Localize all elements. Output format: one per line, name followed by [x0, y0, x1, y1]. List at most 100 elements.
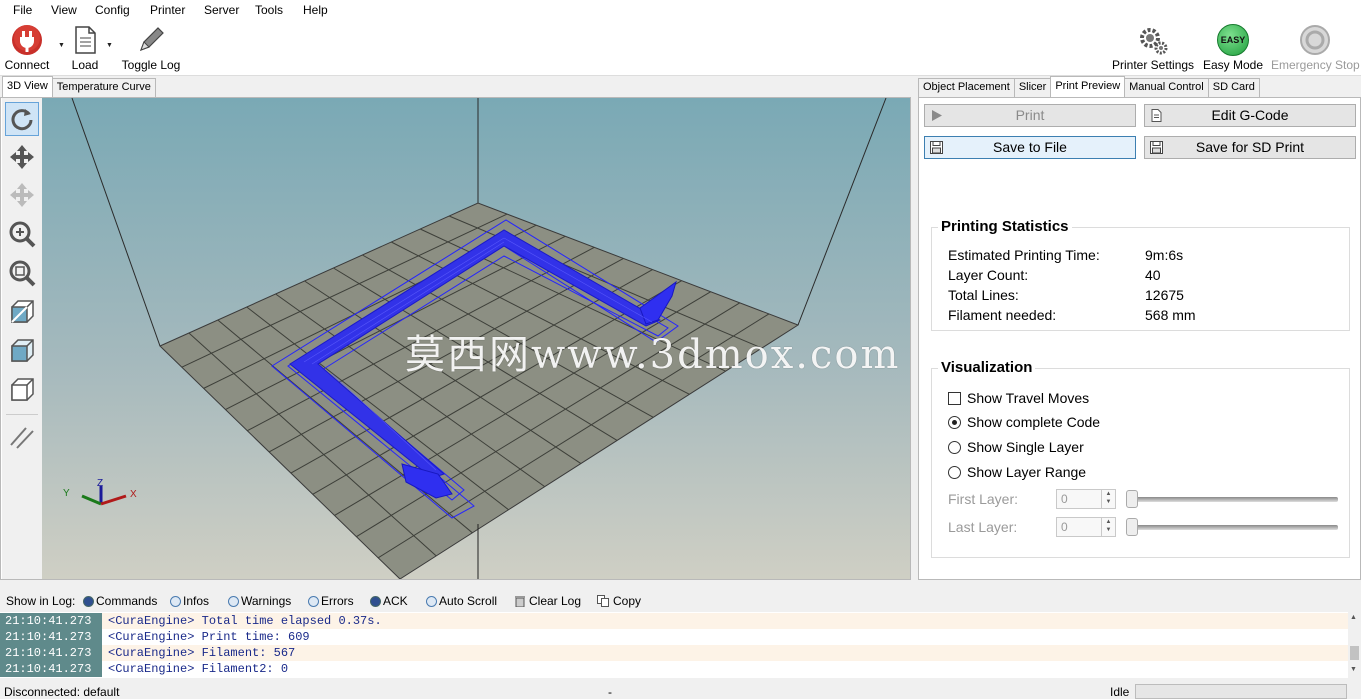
- log-message: <CuraEngine> Filament: 567: [102, 645, 1348, 661]
- radio-dot: [948, 440, 961, 454]
- axis-z-label: Z: [97, 478, 103, 489]
- print-label: Print: [1015, 107, 1045, 123]
- emergency-stop-label: Emergency Stop: [1271, 58, 1360, 72]
- isometric-view-tool[interactable]: [5, 295, 39, 329]
- menu-tools[interactable]: Tools: [255, 3, 283, 17]
- radio-label: Show Single Layer: [967, 439, 1084, 455]
- menu-config[interactable]: Config: [95, 3, 130, 17]
- stat-label: Total Lines:: [948, 287, 1019, 303]
- log-row: 21:10:41.273 <CuraEngine> Filament: 567: [0, 645, 1348, 661]
- radio-icon: [308, 595, 319, 607]
- auto-scroll-toggle[interactable]: Auto Scroll: [426, 594, 497, 608]
- log-row: 21:10:41.273 <CuraEngine> Print time: 60…: [0, 629, 1348, 645]
- tab-sd-card[interactable]: SD Card: [1207, 78, 1260, 97]
- menu-printer[interactable]: Printer: [150, 3, 185, 17]
- log-filter-warnings[interactable]: Warnings: [228, 594, 291, 608]
- visualization-group: Visualization Show Travel Moves Show com…: [931, 359, 1350, 558]
- save-sd-button[interactable]: Save for SD Print: [1144, 136, 1356, 159]
- move-object-tool[interactable]: [5, 178, 39, 212]
- log-scrollbar[interactable]: ▲ ▼: [1348, 612, 1361, 678]
- last-layer-slider-track[interactable]: [1126, 525, 1338, 530]
- radio-show-layer-range[interactable]: Show Layer Range: [948, 464, 1086, 480]
- save-to-file-button[interactable]: Save to File: [924, 136, 1136, 159]
- clear-log-label: Clear Log: [529, 594, 582, 608]
- log-time: 21:10:41.273: [0, 629, 102, 645]
- first-layer-slider-track[interactable]: [1126, 497, 1338, 502]
- menu-view[interactable]: View: [51, 3, 77, 17]
- menu-bar: File View Config Printer Server Tools He…: [0, 0, 1361, 20]
- menu-file[interactable]: File: [13, 3, 32, 17]
- tab-manual-control[interactable]: Manual Control: [1124, 78, 1209, 97]
- menu-server[interactable]: Server: [204, 3, 239, 17]
- emergency-stop-button[interactable]: Emergency Stop: [1271, 24, 1360, 72]
- parallel-projection-tool[interactable]: [5, 420, 39, 454]
- estimated-time-value: 9m:6s: [1145, 247, 1184, 263]
- gears-icon: [1140, 28, 1168, 55]
- printer-settings-button[interactable]: Printer Settings: [1112, 24, 1194, 72]
- move-tool[interactable]: [5, 140, 39, 174]
- spinner-arrows-icon[interactable]: ▲ ▼: [1101, 490, 1115, 508]
- first-layer-slider-thumb[interactable]: [1126, 490, 1138, 508]
- copy-button[interactable]: Copy: [597, 594, 641, 608]
- floppy-disk-icon: [930, 141, 943, 154]
- menu-help[interactable]: Help: [303, 3, 328, 17]
- log-filter-commands[interactable]: Commands: [83, 594, 157, 608]
- tab-slicer[interactable]: Slicer: [1013, 78, 1052, 97]
- rotate-tool[interactable]: [5, 102, 39, 136]
- filter-label: Warnings: [241, 594, 292, 608]
- top-view-tool[interactable]: [5, 373, 39, 407]
- last-layer-spinner[interactable]: 0 ▲ ▼: [1056, 517, 1116, 537]
- radio-show-single-layer[interactable]: Show Single Layer: [948, 439, 1084, 455]
- last-layer-slider-thumb[interactable]: [1126, 518, 1138, 536]
- radio-icon: [83, 595, 94, 607]
- scroll-up-icon[interactable]: ▲: [1350, 614, 1357, 621]
- document-icon: [1151, 109, 1162, 122]
- log-filter-infos[interactable]: Infos: [170, 594, 209, 608]
- stat-label: Estimated Printing Time:: [948, 247, 1100, 263]
- scroll-thumb[interactable]: [1350, 646, 1359, 660]
- show-in-log-label: Show in Log:: [6, 594, 76, 608]
- tab-temperature-curve[interactable]: Temperature Curve: [51, 78, 156, 97]
- log-filter-ack[interactable]: ACK: [370, 594, 408, 608]
- connect-button[interactable]: Connect: [4, 24, 50, 72]
- print-button[interactable]: Print: [924, 104, 1136, 127]
- save-sd-label: Save for SD Print: [1195, 139, 1305, 155]
- fit-view-tool[interactable]: [5, 256, 39, 290]
- spinner-arrows-icon[interactable]: ▲ ▼: [1101, 518, 1115, 536]
- log-time: 21:10:41.273: [0, 661, 102, 677]
- move-object-icon: [10, 183, 34, 207]
- top-view-icon: [11, 378, 34, 401]
- tab-print-preview[interactable]: Print Preview: [1050, 76, 1126, 97]
- first-layer-label: First Layer:: [948, 491, 1019, 507]
- log-list[interactable]: 21:10:41.273 <CuraEngine> Total time ela…: [0, 612, 1361, 678]
- copy-label: Copy: [613, 594, 642, 608]
- trash-icon: [515, 596, 525, 607]
- radio-icon: [228, 595, 239, 607]
- show-travel-moves-checkbox[interactable]: Show Travel Moves: [948, 390, 1089, 406]
- scroll-down-icon[interactable]: ▼: [1350, 666, 1357, 673]
- first-layer-spinner[interactable]: 0 ▲ ▼: [1056, 489, 1116, 509]
- edit-gcode-button[interactable]: Edit G-Code: [1144, 104, 1356, 127]
- easy-mode-button[interactable]: EASY Easy Mode: [1203, 24, 1263, 72]
- printer-settings-label: Printer Settings: [1112, 58, 1195, 72]
- view-toolbar: [2, 98, 42, 579]
- printing-statistics-group: Printing Statistics Estimated Printing T…: [931, 218, 1350, 331]
- radio-show-complete-code[interactable]: Show complete Code: [948, 414, 1100, 430]
- floppy-disk-icon: [1150, 141, 1163, 154]
- load-dropdown-icon[interactable]: ▼: [106, 42, 113, 49]
- pencil-icon: [139, 27, 164, 52]
- load-button[interactable]: Load: [68, 24, 102, 72]
- tab-object-placement[interactable]: Object Placement: [918, 78, 1015, 97]
- zoom-tool[interactable]: [5, 217, 39, 251]
- watermark-text: 莫西网www.3dmox.com: [405, 332, 901, 378]
- move-icon: [10, 145, 34, 169]
- connect-dropdown-icon[interactable]: ▼: [58, 42, 65, 49]
- total-lines-value: 12675: [1145, 287, 1184, 303]
- load-label: Load: [71, 58, 99, 72]
- log-filter-errors[interactable]: Errors: [308, 594, 354, 608]
- toggle-log-button[interactable]: Toggle Log: [120, 24, 182, 72]
- front-view-tool[interactable]: [5, 334, 39, 368]
- tab-3d-view[interactable]: 3D View: [2, 76, 53, 97]
- clear-log-button[interactable]: Clear Log: [514, 594, 581, 608]
- easy-mode-label: Easy Mode: [1203, 58, 1264, 72]
